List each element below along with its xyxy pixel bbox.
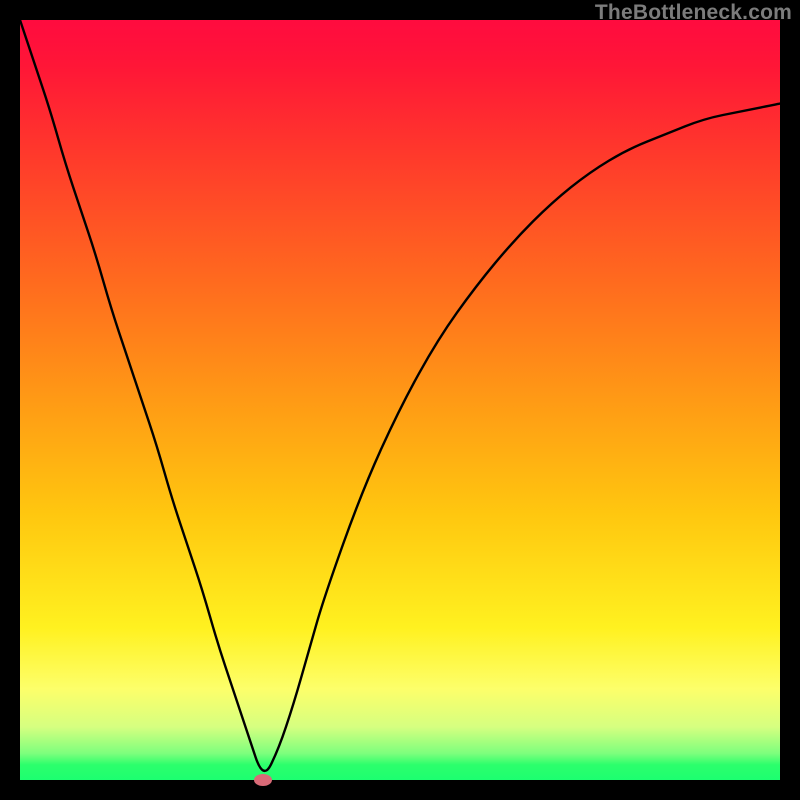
- attribution-text: TheBottleneck.com: [595, 1, 792, 25]
- bottleneck-curve: [20, 20, 780, 780]
- curve-path: [20, 20, 780, 771]
- plot-area: [20, 20, 780, 780]
- minimum-marker: [254, 774, 272, 786]
- chart-frame: TheBottleneck.com: [0, 0, 800, 800]
